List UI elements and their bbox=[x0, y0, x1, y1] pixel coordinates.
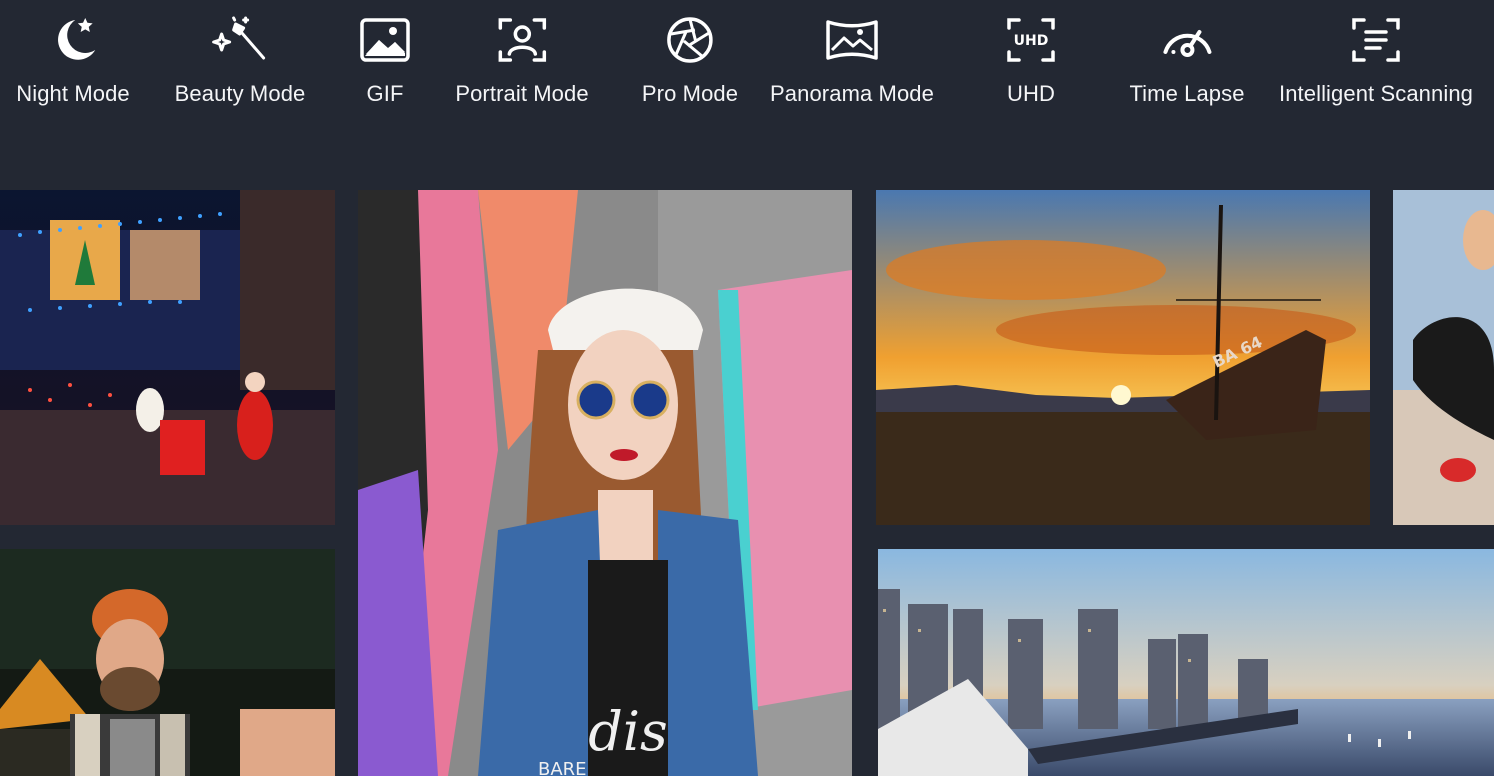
photo-portrait-graffiti[interactable]: dis BARE bbox=[358, 190, 852, 776]
mode-label: Portrait Mode bbox=[455, 81, 589, 106]
mode-label: Time Lapse bbox=[1129, 81, 1245, 106]
mode-portrait[interactable]: Portrait Mode bbox=[455, 10, 589, 120]
uhd-frame-icon: UHD bbox=[1001, 10, 1061, 70]
mode-label: Pro Mode bbox=[641, 81, 739, 106]
mode-label: Beauty Mode bbox=[174, 81, 306, 106]
photo-child-jumping[interactable] bbox=[1393, 190, 1494, 525]
camera-modes-bar: Night Mode Beauty Mode GIF Portrait Mode… bbox=[0, 0, 1494, 130]
scan-document-icon bbox=[1346, 10, 1406, 70]
mode-label: Night Mode bbox=[16, 81, 130, 106]
speedometer-icon bbox=[1157, 10, 1217, 70]
mode-gif[interactable]: GIF bbox=[355, 10, 415, 120]
moon-star-icon bbox=[43, 10, 103, 70]
shirt-print-subtext: BARE bbox=[538, 759, 587, 776]
mode-time-lapse[interactable]: Time Lapse bbox=[1129, 10, 1244, 120]
aperture-icon bbox=[660, 10, 720, 70]
image-icon bbox=[355, 10, 415, 70]
photo-boat-sunset[interactable]: BA 64 bbox=[876, 190, 1370, 525]
photo-night-house[interactable] bbox=[0, 190, 335, 525]
mode-pro[interactable]: Pro Mode bbox=[642, 10, 738, 120]
magic-wand-sparkle-icon bbox=[210, 10, 270, 70]
mode-label: Intelligent Scanning bbox=[1278, 81, 1474, 106]
mode-label: Panorama Mode bbox=[770, 81, 934, 106]
mode-label: GIF bbox=[366, 81, 404, 106]
mode-beauty[interactable]: Beauty Mode bbox=[175, 10, 306, 120]
mode-night[interactable]: Night Mode bbox=[16, 10, 130, 120]
portrait-frame-icon bbox=[492, 10, 552, 70]
svg-text:UHD: UHD bbox=[1014, 33, 1049, 49]
shirt-print-text: dis bbox=[588, 700, 668, 763]
mode-label: UHD bbox=[1007, 81, 1055, 106]
mode-intelligent-scanning[interactable]: Intelligent Scanning bbox=[1279, 10, 1473, 120]
photo-camping-selfie[interactable] bbox=[0, 549, 335, 776]
mode-panorama[interactable]: Panorama Mode bbox=[770, 10, 934, 120]
panorama-icon bbox=[822, 10, 882, 70]
photo-city-skyline[interactable] bbox=[878, 549, 1494, 776]
mode-uhd[interactable]: UHD UHD bbox=[1001, 10, 1061, 120]
